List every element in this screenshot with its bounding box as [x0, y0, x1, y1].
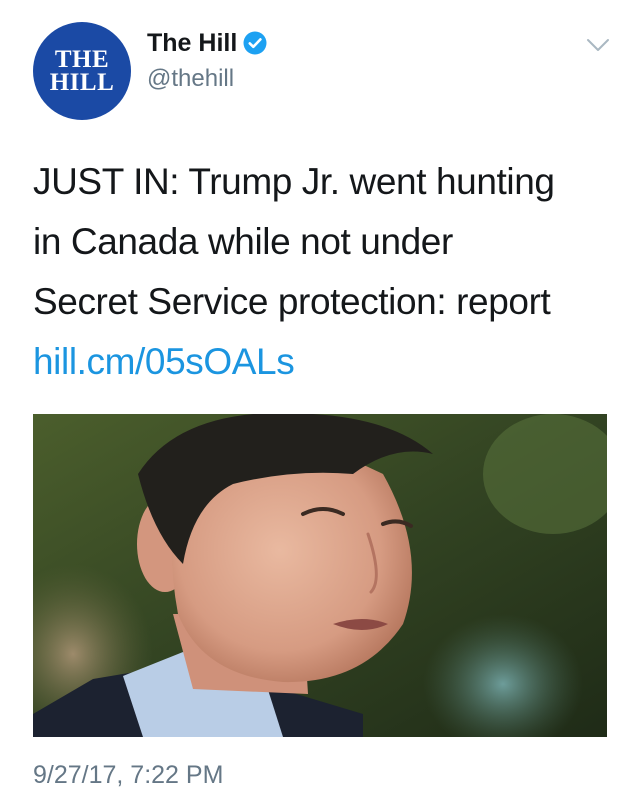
author-name-row: The Hill	[147, 28, 267, 58]
photo-illustration	[33, 414, 607, 737]
tweet-card: THE HILL The Hill @thehill JUST IN: Trum…	[0, 0, 639, 800]
avatar[interactable]: THE HILL	[33, 22, 131, 120]
tweet-photo[interactable]	[33, 414, 607, 737]
avatar-logo-line2: HILL	[49, 69, 115, 96]
tweet-text-line: Secret Service protection: report	[33, 281, 551, 322]
tweet-text: JUST IN: Trump Jr. went hunting in Canad…	[33, 152, 623, 392]
account-handle[interactable]: @thehill	[147, 64, 234, 94]
tweet-link[interactable]: hill.cm/05sOALs	[33, 332, 623, 392]
tweet-text-line: JUST IN: Trump Jr. went hunting	[33, 161, 555, 202]
display-name[interactable]: The Hill	[147, 28, 237, 58]
tweet-text-line: in Canada while not under	[33, 221, 453, 262]
tweet-timestamp[interactable]: 9/27/17, 7:22 PM	[33, 760, 223, 790]
verified-badge-icon	[243, 31, 267, 55]
chevron-down-icon[interactable]	[585, 36, 611, 54]
avatar-logo-line1: THE	[54, 46, 110, 73]
